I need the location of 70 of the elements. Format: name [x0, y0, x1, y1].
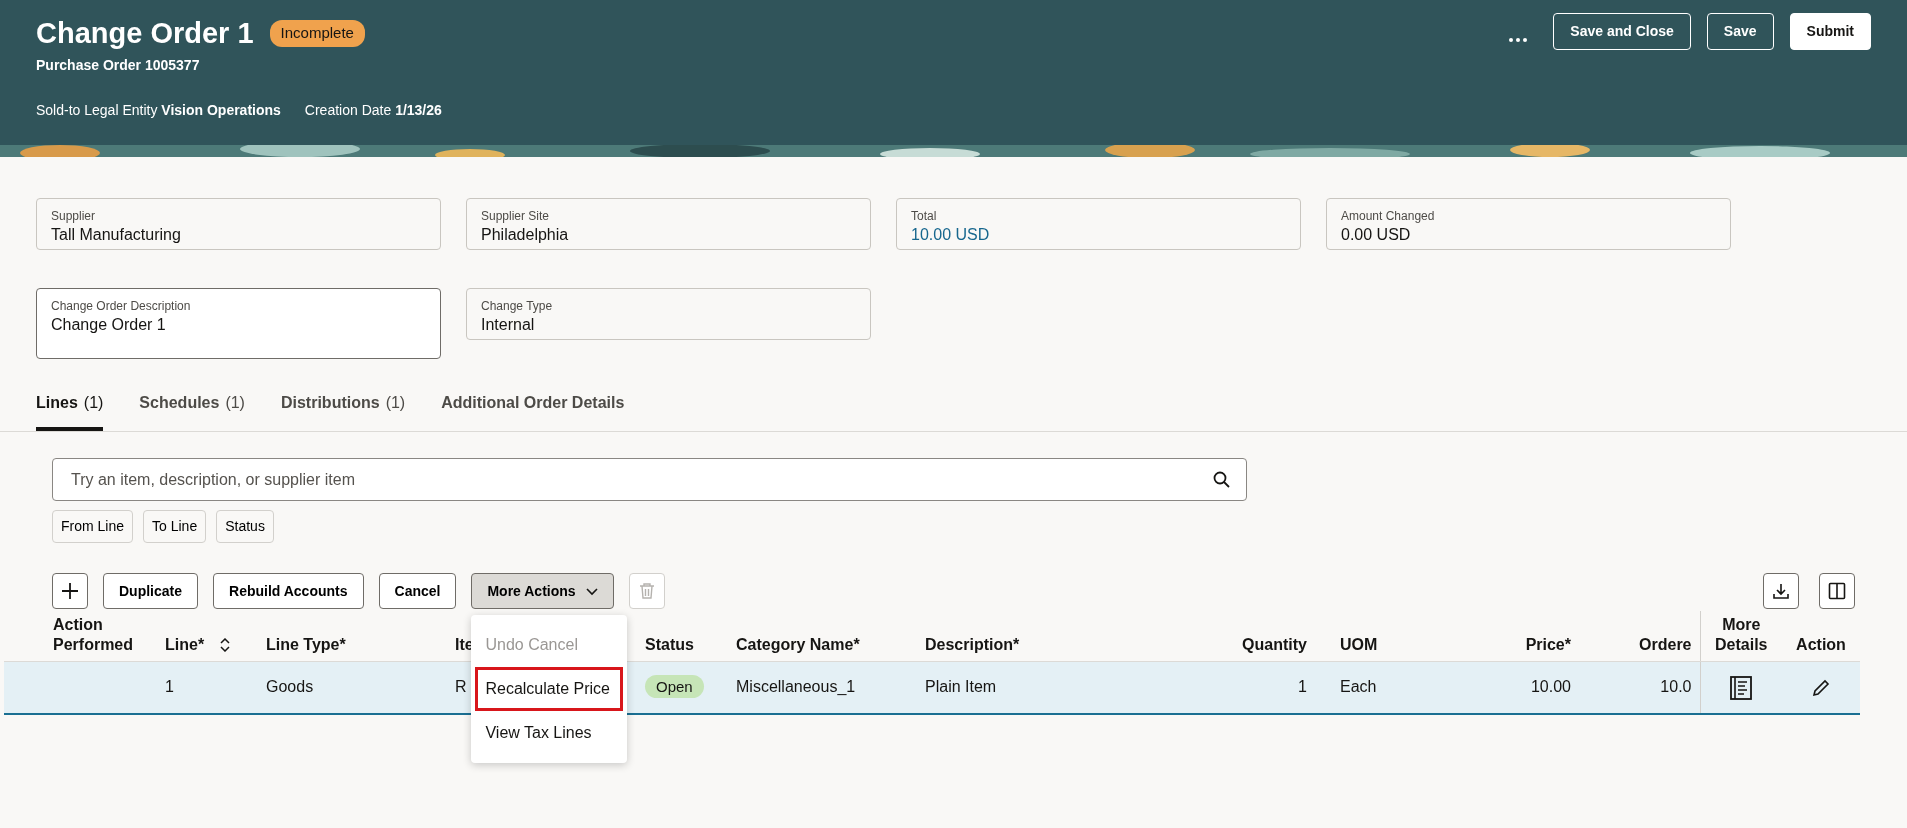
chevron-down-icon — [585, 586, 598, 596]
column-header: Line Type* — [258, 611, 447, 662]
field-label: Supplier — [51, 208, 97, 225]
more-actions-button[interactable]: More Actions — [471, 573, 614, 609]
search-input[interactable]: Try an item, description, or supplier item — [69, 466, 1213, 493]
column-header: UOM — [1315, 611, 1455, 662]
table-cell: R — [455, 678, 467, 696]
plus-icon — [61, 582, 79, 600]
edit-icon[interactable] — [1812, 679, 1830, 698]
filter-chip[interactable]: To Line — [143, 510, 207, 543]
table-cell: Plain Item — [925, 678, 997, 696]
column-header: Quantity — [1200, 611, 1315, 662]
field-label: Change Type — [481, 298, 554, 315]
header-button[interactable]: Save and Close — [1553, 13, 1691, 50]
filter-chip[interactable]: Status — [216, 510, 274, 543]
total-link[interactable]: 10.00 USD — [911, 225, 1286, 245]
field-label: Change Order Description — [51, 298, 192, 315]
column-header: More Details — [1700, 611, 1782, 662]
page-title: Change Order 1 — [36, 16, 254, 51]
document-icon[interactable] — [1730, 675, 1753, 700]
tab[interactable]: Distributions (1) — [280, 381, 406, 431]
sort-icon[interactable] — [220, 638, 231, 652]
field-label: Supplier Site — [481, 208, 551, 225]
table-cell: Each — [1340, 678, 1377, 696]
menu-item[interactable]: View Tax Lines — [471, 711, 628, 755]
field-label: Amount Changed — [1341, 208, 1436, 225]
table-cell: Goods — [266, 678, 314, 696]
column-header: Category Name* — [728, 611, 917, 662]
export-button[interactable] — [1763, 573, 1799, 609]
header-button[interactable]: Save — [1706, 13, 1774, 50]
toolbar-button[interactable]: Cancel — [378, 573, 457, 609]
field-value: Tall Manufacturing — [51, 225, 182, 245]
column-header: Price* — [1455, 611, 1579, 662]
tab[interactable]: Additional Order Details — [441, 381, 625, 431]
field-label: Total — [911, 208, 938, 225]
search-icon — [1213, 471, 1230, 488]
add-button[interactable] — [52, 573, 88, 609]
column-header: Ordere — [1579, 611, 1700, 662]
trash-icon — [637, 582, 656, 600]
status-badge: Incomplete — [269, 20, 365, 47]
table-cell: 10.00 — [1530, 678, 1571, 696]
filter-chip[interactable]: From Line — [52, 510, 134, 543]
field-value: Change Order 1 — [51, 315, 167, 335]
table-cell: Miscellaneous_1 — [736, 678, 856, 696]
table-cell: 1 — [1298, 678, 1307, 696]
meta-field: Creation Date 1/13/26 — [304, 99, 442, 121]
field-value: 0.00 USD — [1341, 225, 1412, 245]
column-header[interactable]: Line* — [165, 635, 205, 655]
meta-field: Sold-to Legal Entity Vision Operations — [36, 99, 281, 121]
more-icon — [1509, 37, 1528, 42]
column-header: Action — [1782, 611, 1860, 662]
field-value: Internal — [481, 315, 536, 335]
table-cell: 1 — [165, 678, 174, 696]
status-badge: Open — [645, 675, 704, 699]
column-header: Action Performed — [4, 611, 157, 662]
tab[interactable]: Lines (1) — [36, 381, 104, 431]
tab[interactable]: Schedules (1) — [139, 381, 245, 431]
purchase-order-number: Purchase Order 1005377 — [36, 55, 201, 75]
columns-icon — [1828, 582, 1846, 600]
column-header: Status — [637, 611, 728, 662]
submit-button[interactable]: Submit — [1789, 13, 1871, 50]
field-value: Philadelphia — [481, 225, 570, 245]
table-cell: 10.0 — [1660, 678, 1692, 696]
menu-item[interactable]: Recalculate Price — [475, 667, 624, 711]
column-header: Description* — [917, 611, 1200, 662]
columns-button[interactable] — [1819, 573, 1855, 609]
search-field[interactable]: Try an item, description, or supplier item — [52, 458, 1247, 501]
toolbar-button[interactable]: Rebuild Accounts — [213, 573, 364, 609]
toolbar-button[interactable]: Duplicate — [103, 573, 198, 609]
download-icon — [1772, 582, 1790, 600]
